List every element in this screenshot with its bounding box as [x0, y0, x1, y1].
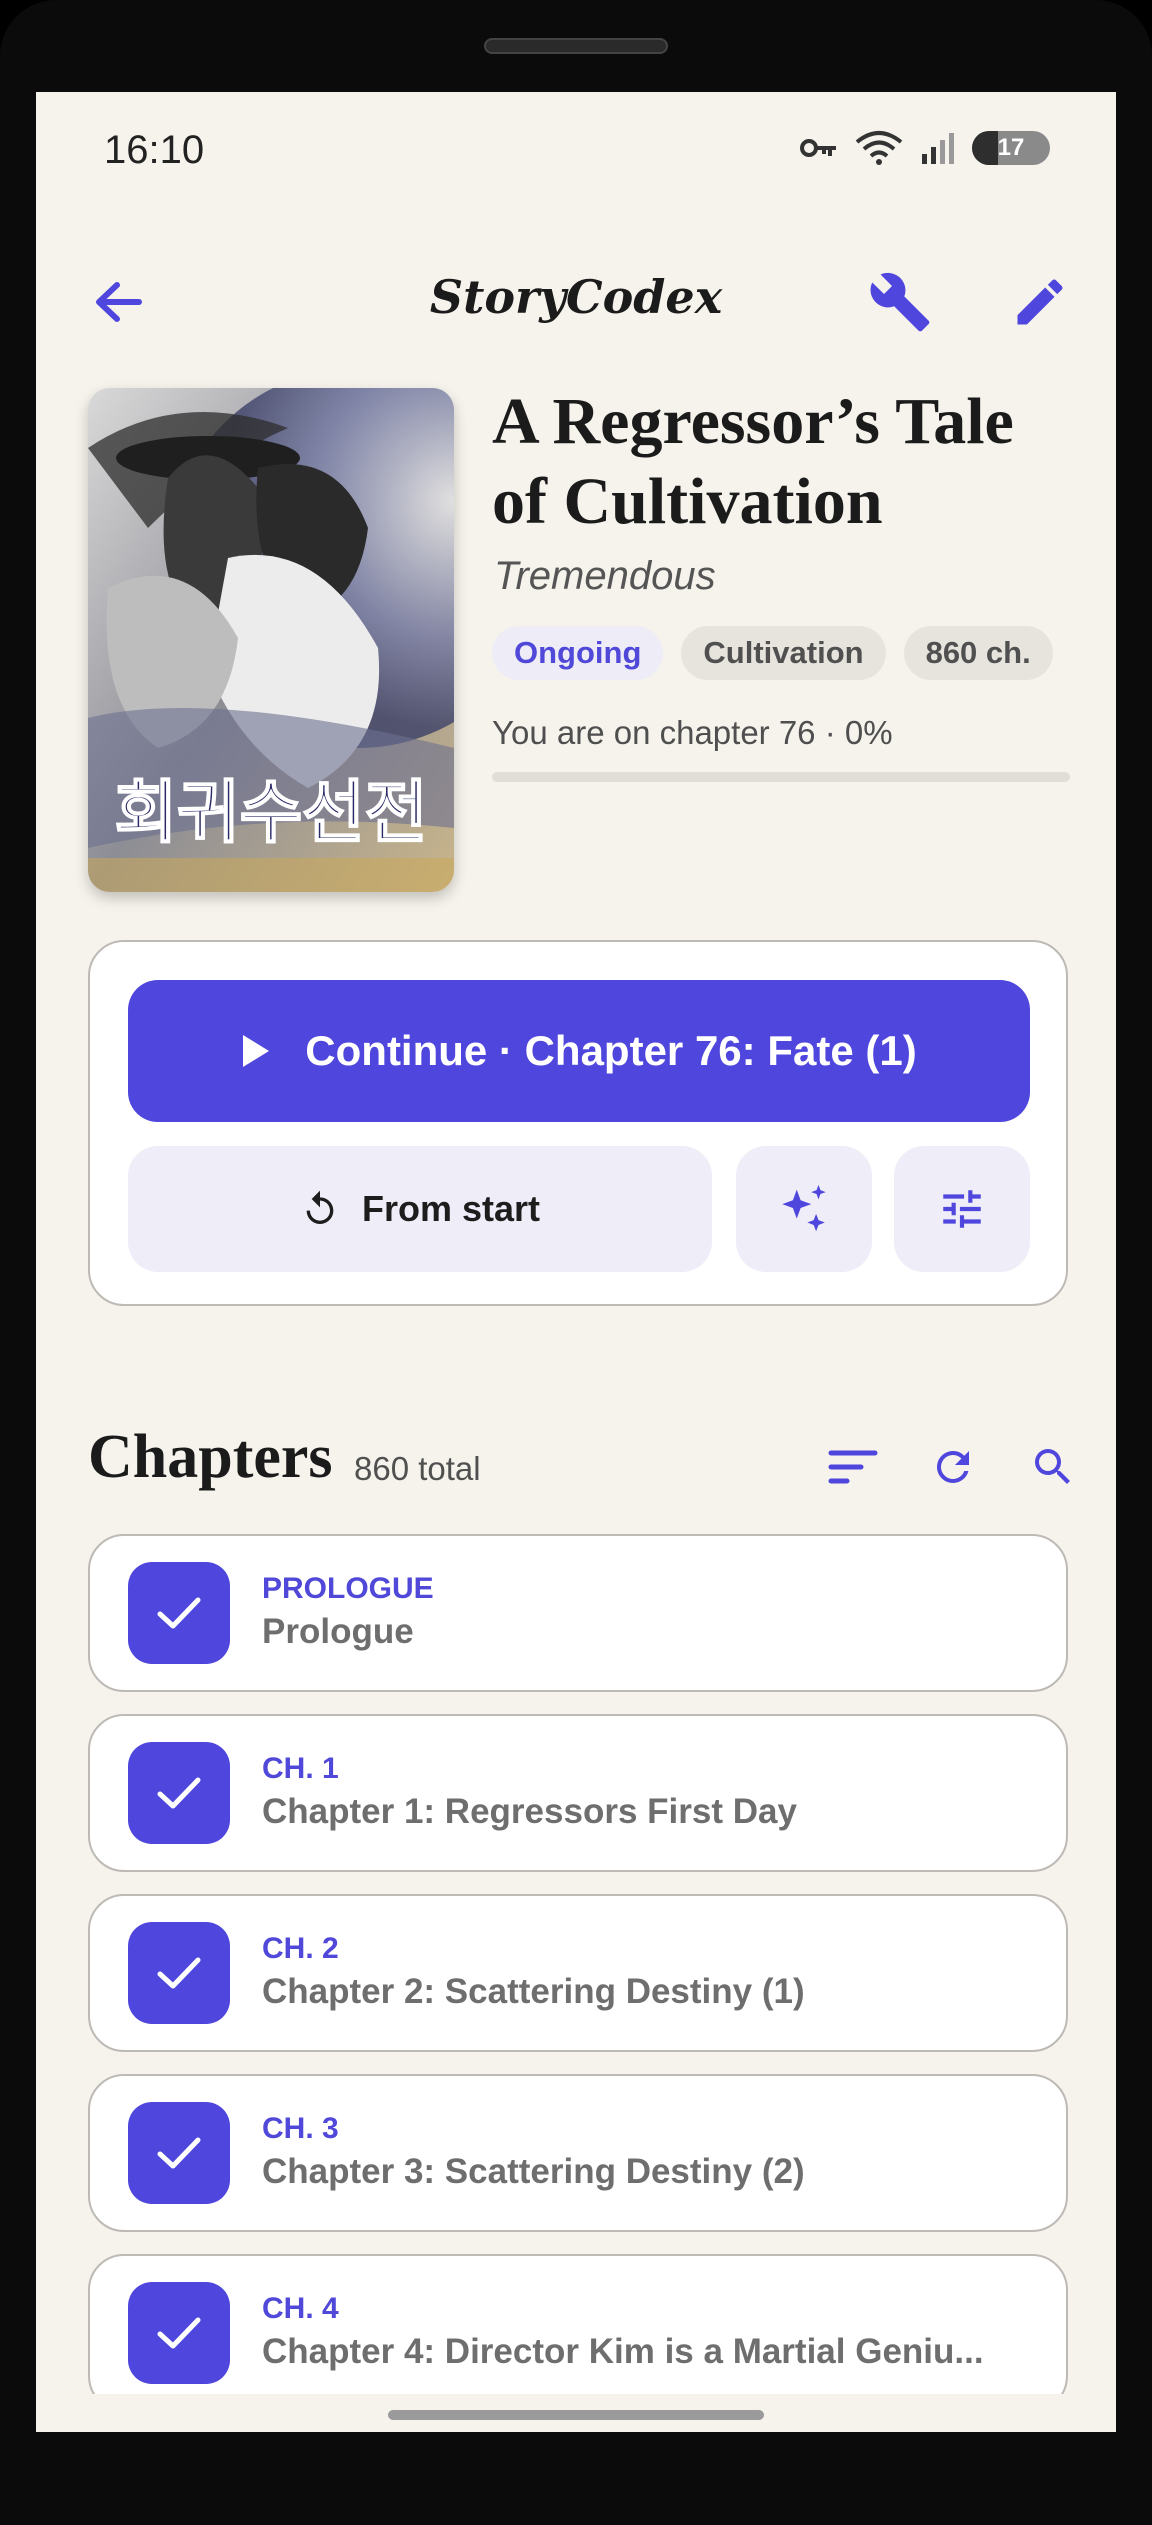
sort-icon	[828, 1450, 878, 1484]
read-checkbox[interactable]	[128, 2282, 230, 2384]
cover-artwork: 회귀수선전	[88, 388, 454, 892]
check-icon	[157, 2137, 201, 2169]
speaker-grille	[484, 38, 668, 54]
sparkle-icon	[782, 1184, 826, 1232]
app-screen: 16:10 17 StoryCodex 회귀수선전 A Regressor’s …	[36, 92, 1116, 2432]
refresh-icon	[936, 1451, 969, 1483]
edit-button[interactable]	[1006, 268, 1074, 336]
read-checkbox[interactable]	[128, 2102, 230, 2204]
pencil-icon	[1017, 279, 1063, 325]
reading-actions-card: Continue · Chapter 76: Fate (1) From sta…	[88, 940, 1068, 1306]
chapters-total: 860 total	[354, 1450, 481, 1487]
restart-icon	[306, 1190, 334, 1224]
battery-level: 17	[997, 134, 1025, 161]
read-from-start-button[interactable]: From start	[128, 1146, 712, 1272]
tune-icon	[943, 1190, 981, 1228]
chapter-title: Chapter 2: Scattering Destiny (1)	[262, 1972, 805, 2011]
chapter-number: CH. 3	[262, 2112, 339, 2145]
svg-text:회귀수선전: 회귀수선전	[115, 773, 428, 853]
reading-progress-bar	[492, 772, 1070, 782]
search-button[interactable]	[1018, 1432, 1088, 1502]
reading-progress-text: You are on chapter 76 · 0%	[492, 714, 893, 751]
chapter-row[interactable]: CH. 4 Chapter 4: Director Kim is a Marti…	[88, 2254, 1068, 2394]
check-icon	[157, 1777, 201, 1809]
tag-chips: Ongoing Cultivation 860 ch.	[492, 626, 1070, 682]
book-title: A Regressor’s Tale of Cultivation	[492, 385, 1014, 538]
refresh-button[interactable]	[918, 1432, 988, 1502]
chapter-number: PROLOGUE	[262, 1572, 434, 1605]
read-from-start-label: From start	[361, 1188, 541, 1229]
continue-reading-label: Continue · Chapter 76: Fate (1)	[305, 1027, 917, 1074]
device-frame: 16:10 17 StoryCodex 회귀수선전 A Regressor’s …	[0, 0, 1152, 2525]
check-icon	[157, 1957, 201, 1989]
chapter-title: Chapter 1: Regressors First Day	[262, 1792, 797, 1831]
ai-assist-button[interactable]	[736, 1146, 872, 1272]
search-icon	[1035, 1449, 1070, 1484]
read-checkbox[interactable]	[128, 1562, 230, 1664]
bottom-bezel	[0, 2432, 1152, 2525]
chapters-header: Chapters 860 total	[88, 1412, 1078, 1522]
chapter-title: Prologue	[262, 1612, 414, 1651]
wrench-icon	[870, 272, 930, 332]
check-icon	[157, 2317, 201, 2349]
wifi-icon	[855, 131, 903, 165]
play-icon	[243, 1035, 270, 1067]
read-checkbox[interactable]	[128, 1742, 230, 1844]
reader-settings-button[interactable]	[894, 1146, 1030, 1272]
chapter-row[interactable]: CH. 3 Chapter 3: Scattering Destiny (2)	[88, 2074, 1068, 2232]
chapter-number: CH. 4	[262, 2292, 339, 2325]
genre-chip[interactable]: Cultivation	[681, 626, 886, 680]
chapters-heading: Chapters	[88, 1423, 333, 1491]
signal-icon	[922, 133, 954, 164]
chapter-number: CH. 2	[262, 1932, 339, 1965]
status-bar: 16:10 17	[36, 92, 1116, 212]
chapter-number: CH. 1	[262, 1752, 339, 1785]
sort-button[interactable]	[818, 1432, 888, 1502]
read-checkbox[interactable]	[128, 1922, 230, 2024]
app-title: StoryCodex	[429, 270, 723, 324]
chapter-count-chip[interactable]: 860 ch.	[903, 626, 1053, 680]
book-author[interactable]: Tremendous	[494, 554, 716, 599]
top-app-bar: StoryCodex	[36, 242, 1116, 362]
vpn-key-icon	[800, 139, 836, 157]
continue-reading-button[interactable]: Continue · Chapter 76: Fate (1)	[128, 980, 1030, 1122]
chapter-row[interactable]: PROLOGUE Prologue	[88, 1534, 1068, 1692]
chapter-list: PROLOGUE Prologue CH. 1 Chapter 1: Regre…	[88, 1534, 1068, 2394]
gesture-home-bar[interactable]	[388, 2410, 764, 2420]
chapter-actions	[818, 1432, 1088, 1502]
tools-button[interactable]	[866, 268, 934, 336]
battery-indicator: 17	[972, 131, 1050, 165]
system-icons: 17	[800, 130, 1050, 166]
status-chip[interactable]: Ongoing	[492, 626, 664, 680]
chapter-title: Chapter 3: Scattering Destiny (2)	[262, 2152, 805, 2191]
chapter-title: Chapter 4: Director Kim is a Martial Gen…	[262, 2332, 984, 2371]
status-time: 16:10	[104, 128, 205, 172]
book-cover[interactable]: 회귀수선전	[88, 388, 454, 892]
chapter-row[interactable]: CH. 2 Chapter 2: Scattering Destiny (1)	[88, 1894, 1068, 2052]
check-icon	[157, 1597, 201, 1629]
chapter-row[interactable]: CH. 1 Chapter 1: Regressors First Day	[88, 1714, 1068, 1872]
